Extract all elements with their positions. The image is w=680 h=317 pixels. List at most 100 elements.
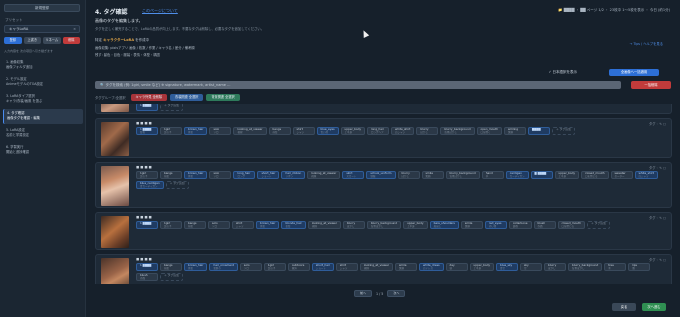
tag-chip[interactable]: lips 唇 bbox=[628, 263, 651, 271]
tag-chip[interactable]: blush 赤面 bbox=[533, 221, 556, 229]
clear-icon[interactable]: × bbox=[73, 26, 76, 32]
tag-chip[interactable]: smile 笑顔 bbox=[421, 171, 444, 179]
card-actions[interactable]: タグ ◦ ✎ ▢ bbox=[649, 257, 666, 262]
image-thumbnail[interactable] bbox=[101, 122, 129, 156]
image-thumbnail[interactable] bbox=[101, 258, 129, 284]
tag-chip[interactable]: blue_eyes 青い目 bbox=[316, 127, 339, 135]
card-actions[interactable]: タグ ◦ ✎ ▢ bbox=[649, 165, 666, 170]
tag-chip[interactable]: blurry_background 背景ぼかし bbox=[440, 127, 475, 135]
tag-chip[interactable]: bangs 前髪 bbox=[160, 263, 182, 271]
tag-chip[interactable]: long_hair ロング bbox=[233, 171, 256, 179]
sidebar-item-step6[interactable]: 6. 学習実行 開始と進捗確認 bbox=[3, 143, 83, 158]
tag-chip[interactable]: blurry ぼかし bbox=[342, 221, 365, 229]
preset-rename-button[interactable]: リネーム bbox=[43, 37, 61, 44]
image-thumbnail[interactable] bbox=[101, 216, 129, 248]
next-page-button[interactable]: 次へ bbox=[387, 290, 406, 297]
sidebar-item-step2[interactable]: 2. モデル設定 AnimeモデルのTOA設定 bbox=[3, 75, 83, 90]
tips-link[interactable]: → Tips / ヘルプを見る bbox=[630, 41, 663, 46]
preset-select[interactable]: キャラLoRA × bbox=[4, 25, 80, 33]
tag-chip[interactable]: 1girl 女の子 bbox=[136, 171, 158, 179]
tag-chip[interactable]: brown_hair 茶髪 bbox=[184, 263, 208, 271]
tag-chip[interactable]: brown_hair 茶髪 bbox=[184, 171, 208, 179]
tag-chip[interactable]: 1girl 女の子 bbox=[160, 127, 182, 135]
tag-chip[interactable]: blurry_background 背景ぼかし bbox=[568, 263, 603, 271]
tag-chip[interactable]: sweater セーター bbox=[610, 171, 633, 179]
tag-chip[interactable]: tree 木 bbox=[604, 263, 627, 271]
image-thumbnail[interactable] bbox=[101, 104, 129, 112]
tag-chip[interactable]: bangs 前髪 bbox=[184, 221, 206, 229]
tag-chip[interactable]: blurry ぼかし bbox=[397, 171, 420, 179]
tag-chip[interactable]: hand 手 bbox=[481, 171, 504, 179]
tag-chip[interactable]: smile 笑顔 bbox=[460, 221, 483, 229]
tag-chip[interactable]: sky 空 bbox=[520, 263, 543, 271]
tag-chip[interactable]: hair_ribbon リボン bbox=[281, 171, 306, 179]
image-thumbnail[interactable] bbox=[101, 166, 129, 206]
tag-chip[interactable]: upper_body 上半身 bbox=[469, 263, 495, 271]
tag-chip[interactable]: ████ bbox=[528, 127, 550, 135]
add-tag-button[interactable]: ＋ タグ追加 bbox=[160, 104, 183, 111]
tag-chip[interactable]: blue_cardigan 青カーディガン bbox=[136, 181, 164, 189]
add-tag-button[interactable]: ＋ タグ追加 bbox=[165, 181, 189, 189]
filter-background-button[interactable]: 背景関連 全選択 bbox=[206, 93, 240, 101]
tag-chip[interactable]: short_hair ショート bbox=[257, 171, 280, 179]
tag-chip[interactable]: blonde_hair 金髪 bbox=[281, 221, 306, 229]
tag-chip[interactable]: red_eyes 赤い目 bbox=[484, 221, 507, 229]
sidebar-item-step5[interactable]: 5. LoRA設定 名前と学習設定 bbox=[3, 126, 83, 141]
tag-chip[interactable]: school_uniform 制服 bbox=[366, 171, 396, 179]
tag-chip[interactable]: brown_hair 茶髪 bbox=[184, 127, 208, 135]
tag-chip[interactable]: white_dress 白ドレス bbox=[418, 263, 444, 271]
tag-chip[interactable]: blue_sky 青空 bbox=[496, 263, 519, 271]
sidebar-item-step3[interactable]: 3. LoRAタイプ選択 キャラ/衣装/画風 を選ぶ bbox=[3, 92, 83, 107]
tag-chip[interactable]: white_shirt 白シャツ bbox=[391, 127, 415, 135]
back-button[interactable]: 戻る bbox=[612, 303, 636, 311]
tag-chip[interactable]: short_hair ショート bbox=[311, 263, 334, 271]
sidebar-item-step1[interactable]: 1. 画像収集 画像フォルダ追加 bbox=[3, 58, 83, 73]
prev-page-button[interactable]: 前へ bbox=[354, 290, 372, 297]
add-tag-button[interactable]: ＋ タグ追加 bbox=[587, 221, 610, 229]
tag-chip[interactable]: white_shirt 白シャツ bbox=[634, 171, 658, 179]
card-actions[interactable]: タグ ◦ ✎ ▢ bbox=[649, 215, 666, 220]
tag-chip[interactable]: looking_at_viewer 視線 bbox=[359, 263, 393, 271]
next-step-button[interactable]: 次へ進む bbox=[642, 303, 666, 311]
tag-chip[interactable]: cardigan カーディガン bbox=[505, 171, 529, 179]
tag-chip[interactable]: 1 ████ bbox=[136, 263, 158, 271]
tag-chip[interactable]: looking_at_viewer 視線 bbox=[233, 127, 267, 135]
tag-chip[interactable]: looking_at_viewer 視線 bbox=[307, 171, 341, 179]
tag-chip[interactable]: shirt シャツ bbox=[292, 127, 315, 135]
tag-chip[interactable]: smile 笑顔 bbox=[394, 263, 417, 271]
help-link[interactable]: このページについて bbox=[142, 8, 178, 14]
tag-chip[interactable]: blurry ぼかし bbox=[544, 263, 567, 271]
filter-outfit-button[interactable]: 衣装関連 全選択 bbox=[170, 93, 204, 101]
tag-chip[interactable]: brown_hair 茶髪 bbox=[256, 221, 280, 229]
tag-chip[interactable]: 1 ████ 髪色 bbox=[136, 127, 158, 135]
tag-chip[interactable]: bangs 前髪 bbox=[160, 171, 182, 179]
tag-chip[interactable]: solo ソロ bbox=[209, 171, 232, 179]
tag-chip[interactable]: open_mouth 口を開く bbox=[476, 127, 502, 135]
tag-chip[interactable]: █ ████ bbox=[530, 171, 553, 179]
tag-chip[interactable]: closed_mouth 口を閉じる bbox=[557, 221, 585, 229]
preset-overwrite-button[interactable]: 上書き bbox=[23, 37, 41, 44]
tag-chip[interactable]: 1 ████ bbox=[136, 221, 158, 229]
tag-chip[interactable]: upper_body 上半身 bbox=[340, 127, 366, 135]
tag-chip[interactable]: blurry ぼかし bbox=[416, 127, 439, 135]
tag-chip[interactable]: shirt シャツ bbox=[335, 263, 358, 271]
card-actions[interactable]: タグ ◦ ✎ ▢ bbox=[649, 121, 666, 126]
add-tag-button[interactable]: ＋ タグ追加 bbox=[160, 273, 183, 281]
tag-chip[interactable]: upper_body 上半身 bbox=[403, 221, 428, 229]
tag-chip[interactable]: bare_shoulders 肩出し bbox=[429, 221, 459, 229]
tag-chip[interactable]: upper_body 上半身 bbox=[554, 171, 580, 179]
show-translation-checkbox[interactable]: ✓ 日本語訳を表示 bbox=[548, 70, 577, 75]
tag-search-input[interactable]: 🔍 タグを検索 (例: 1girl, smile など) ※ signature… bbox=[95, 81, 621, 89]
filter-character-button[interactable]: キャラ外見 全削除 bbox=[130, 93, 168, 101]
add-tag-button[interactable]: ＋ タグ追加 bbox=[552, 127, 575, 135]
tag-chip[interactable]: 1girl 女の子 bbox=[263, 263, 286, 271]
tag-chip[interactable]: blurry_background 背景ぼかし bbox=[366, 221, 402, 229]
tag-chip[interactable]: solo ソロ bbox=[209, 127, 232, 135]
tag-chip[interactable]: solo ソロ bbox=[239, 263, 262, 271]
preset-save-button[interactable]: 登録 bbox=[4, 37, 22, 44]
tag-chip[interactable]: collarbone 鎖骨 bbox=[508, 221, 532, 229]
tag-chip[interactable]: outdoors 屋外 bbox=[287, 263, 310, 271]
tag-chip[interactable]: skirt スカート bbox=[342, 171, 365, 179]
tag-chip[interactable]: day 昼 bbox=[445, 263, 468, 271]
apply-all-button[interactable]: 全画像へ一括適用 bbox=[609, 69, 659, 76]
